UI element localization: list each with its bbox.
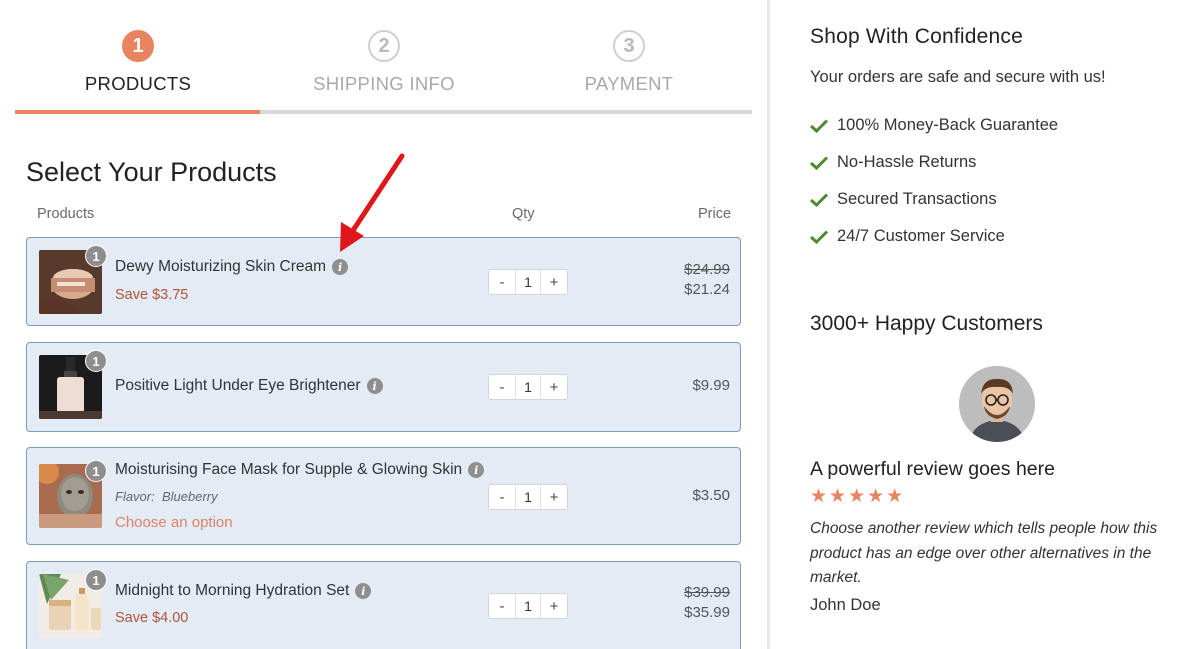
choose-option-link[interactable]: Choose an option xyxy=(115,514,233,531)
qty-value[interactable]: 1 xyxy=(515,594,541,618)
column-divider xyxy=(767,0,770,649)
quantity-badge: 1 xyxy=(85,460,107,482)
feature-item: No-Hassle Returns xyxy=(810,153,976,172)
step-number: 1 xyxy=(122,30,154,62)
step-payment[interactable]: 3 PAYMENT xyxy=(506,30,752,95)
checkmark-icon xyxy=(810,192,828,207)
price-block: $3.50 xyxy=(692,487,730,504)
sidebar-title: Shop With Confidence xyxy=(810,25,1023,48)
product-name-text: Midnight to Morning Hydration Set xyxy=(115,582,350,599)
decrease-qty-button[interactable]: - xyxy=(489,594,515,618)
price-block: $24.99 $21.24 xyxy=(684,261,730,298)
step-number: 3 xyxy=(613,30,645,62)
product-name-text: Dewy Moisturizing Skin Cream xyxy=(115,258,327,275)
increase-qty-button[interactable]: + xyxy=(541,485,567,509)
increase-qty-button[interactable]: + xyxy=(541,594,567,618)
original-price: $24.99 xyxy=(684,261,730,278)
reviewer-name: John Doe xyxy=(810,596,881,614)
qty-value[interactable]: 1 xyxy=(515,270,541,294)
sale-price: $35.99 xyxy=(684,604,730,621)
savings-label: Save $3.75 xyxy=(115,287,189,303)
decrease-qty-button[interactable]: - xyxy=(489,375,515,399)
feature-label: Secured Transactions xyxy=(837,190,997,208)
product-name[interactable]: Positive Light Under Eye Brightener i xyxy=(115,377,383,395)
feature-item: Secured Transactions xyxy=(810,190,997,209)
feature-label: No-Hassle Returns xyxy=(837,153,977,171)
decrease-qty-button[interactable]: - xyxy=(489,270,515,294)
reviewer-avatar xyxy=(959,366,1035,442)
progress-bar-fill xyxy=(15,110,261,114)
qty-value[interactable]: 1 xyxy=(515,485,541,509)
savings-label: Save $4.00 xyxy=(115,610,189,626)
checkmark-icon xyxy=(810,229,828,244)
trust-sidebar: Shop With Confidence Your orders are saf… xyxy=(810,0,1190,649)
step-label: PAYMENT xyxy=(584,73,674,94)
review-text: Choose another review which tells people… xyxy=(810,520,1158,586)
checkout-steps: 1 PRODUCTS 2 SHIPPING INFO 3 PAYMENT xyxy=(15,20,752,116)
checkout-panel: 1 PRODUCTS 2 SHIPPING INFO 3 PAYMENT Sel… xyxy=(0,0,768,649)
feature-label: 100% Money-Back Guarantee xyxy=(837,116,1059,134)
step-label: PRODUCTS xyxy=(84,73,192,94)
quantity-stepper[interactable]: - 1 + xyxy=(488,269,568,295)
info-icon[interactable]: i xyxy=(355,583,372,599)
product-name-text: Moisturising Face Mask for Supple & Glow… xyxy=(115,461,463,478)
quantity-badge: 1 xyxy=(85,569,107,591)
flavor-value: Blueberry xyxy=(161,489,218,504)
decrease-qty-button[interactable]: - xyxy=(489,485,515,509)
price: $3.50 xyxy=(692,487,730,504)
sale-price: $21.24 xyxy=(684,281,730,298)
product-card-skin-cream[interactable]: 1 Dewy Moisturizing Skin Cream i Save $3… xyxy=(26,237,741,326)
info-icon[interactable]: i xyxy=(366,378,383,394)
price-block: $9.99 xyxy=(692,377,730,394)
step-products[interactable]: 1 PRODUCTS xyxy=(15,30,261,95)
step-shipping-info[interactable]: 2 SHIPPING INFO xyxy=(261,30,507,95)
quantity-badge: 1 xyxy=(85,245,107,267)
info-icon[interactable]: i xyxy=(468,462,485,478)
increase-qty-button[interactable]: + xyxy=(541,375,567,399)
page-title: Select Your Products xyxy=(26,157,277,187)
sidebar-subtitle: Your orders are safe and secure with us! xyxy=(810,68,1106,86)
quantity-badge: 1 xyxy=(85,350,107,372)
column-header-price: Price xyxy=(698,206,732,222)
column-header-products: Products xyxy=(37,206,95,222)
quantity-stepper[interactable]: - 1 + xyxy=(488,593,568,619)
review-title: A powerful review goes here xyxy=(810,458,1055,480)
checkmark-icon xyxy=(810,118,828,133)
flavor-row: Flavor: Blueberry xyxy=(115,489,218,504)
quantity-stepper[interactable]: - 1 + xyxy=(488,374,568,400)
quantity-stepper[interactable]: - 1 + xyxy=(488,484,568,510)
star-rating-icon: ★★★★★ xyxy=(810,486,906,507)
product-name-text: Positive Light Under Eye Brightener xyxy=(115,377,361,394)
original-price: $39.99 xyxy=(684,584,730,601)
flavor-label: Flavor: xyxy=(115,489,155,504)
product-card-hydration-set[interactable]: 1 Midnight to Morning Hydration Set i Sa… xyxy=(26,561,741,649)
info-icon[interactable]: i xyxy=(332,259,349,275)
step-label: SHIPPING INFO xyxy=(313,73,455,94)
progress-bar xyxy=(15,110,752,114)
price-block: $39.99 $35.99 xyxy=(684,584,730,621)
product-name[interactable]: Dewy Moisturizing Skin Cream i xyxy=(115,258,349,276)
product-name[interactable]: Moisturising Face Mask for Supple & Glow… xyxy=(115,461,485,479)
customers-heading: 3000+ Happy Customers xyxy=(810,312,1043,335)
product-name[interactable]: Midnight to Morning Hydration Set i xyxy=(115,582,372,600)
product-card-face-mask[interactable]: 1 Moisturising Face Mask for Supple & Gl… xyxy=(26,447,741,545)
price: $9.99 xyxy=(692,377,730,394)
checkmark-icon xyxy=(810,155,828,170)
product-card-eye-brightener[interactable]: 1 Positive Light Under Eye Brightener i … xyxy=(26,342,741,432)
step-number: 2 xyxy=(368,30,400,62)
feature-item: 24/7 Customer Service xyxy=(810,227,1005,246)
increase-qty-button[interactable]: + xyxy=(541,270,567,294)
feature-label: 24/7 Customer Service xyxy=(837,227,1005,245)
qty-value[interactable]: 1 xyxy=(515,375,541,399)
column-header-qty: Qty xyxy=(512,206,535,222)
feature-item: 100% Money-Back Guarantee xyxy=(810,116,1058,135)
